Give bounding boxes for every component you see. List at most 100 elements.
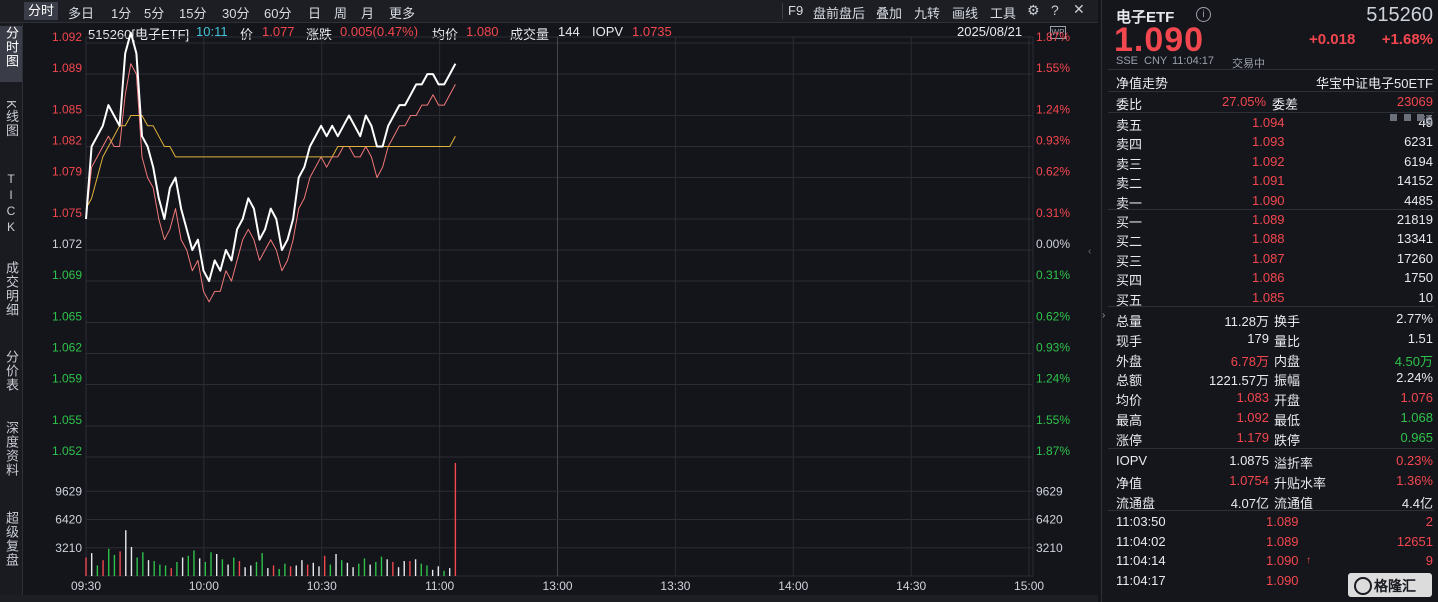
stat-label: 流通值 [1274,495,1314,511]
nav-intraday-chart[interactable]: 分时图 [0,26,22,82]
stat-label: 升贴水率 [1274,475,1327,491]
stat-row: 均价 1.083 开盘 1.076 [1102,389,1438,408]
book-row[interactable]: 卖一 1.090 4485 [1102,192,1438,211]
book-row[interactable]: 卖三 1.092 6194 [1102,153,1438,172]
minimize-icon[interactable] [1417,114,1424,121]
tab-30min[interactable]: 30分 [222,3,249,22]
nav-depth-data[interactable]: 深度资料 [0,421,22,495]
settings-gear-icon[interactable]: ⚙ [1027,2,1040,19]
stat-value: 1.0754 [1229,472,1269,488]
info-icon[interactable]: i [1196,7,1211,22]
expand-icon[interactable] [1390,114,1397,121]
percent-axis: 1.87% 1.55% 1.24% 0.93% 0.62% 0.31% 0.00% 0.31%… [1036,30,1070,458]
tab-60min[interactable]: 60分 [264,3,291,22]
book-price: 1.089 [1252,212,1285,227]
book-row[interactable]: 卖四 1.093 6231 [1102,133,1438,152]
nav-super-replay[interactable]: 超级复盘 [0,511,22,585]
nav-price-distribution[interactable]: 分价表 [0,350,22,406]
pre-post-market-button[interactable]: 盘前盘后 [813,3,865,22]
nav-kline-chart[interactable]: K线图 [0,100,22,158]
expand-arrow-icon[interactable]: ‹ [1088,246,1091,257]
book-row[interactable]: 买五 1.085 10 [1102,289,1438,308]
iopv-line [85,63,456,303]
vol-tick-label: 3210 [55,541,82,555]
draw-line-button[interactable]: 画线 [952,3,978,22]
nav-trend-link[interactable]: 净值走势 [1116,73,1168,92]
close-icon[interactable]: ✕ [1073,1,1085,18]
help-icon[interactable]: ? [1051,2,1059,18]
tab-more[interactable]: 更多 [389,3,415,22]
nav-label: 成交明细 [4,261,19,317]
book-row[interactable]: 买二 1.088 13341 [1102,230,1438,249]
time-tick-label: 13:00 [543,579,573,593]
stat-value: 4.50万 [1394,353,1433,369]
watermark-text: 格隆汇 [1374,578,1416,594]
book-price: 1.091 [1252,173,1285,189]
tick-volume: 2 [1425,514,1433,529]
collapse-arrow-icon[interactable]: › [1102,310,1105,321]
tab-week[interactable]: 周 [334,3,347,22]
book-level-label: 卖四 [1116,137,1143,153]
time-tick-label: 10:30 [307,579,337,593]
book-row[interactable]: 卖五 1.094 49 [1102,114,1438,133]
stat-label: 流通盘 [1116,495,1156,511]
stat-value: 4.4亿 [1401,495,1433,511]
stat-value: 11.28万 [1224,314,1269,329]
stat-label: 外盘 [1116,353,1143,369]
time-tick-label: 13:30 [660,579,690,593]
nine-turn-button[interactable]: 九转 [914,3,940,22]
book-price: 1.088 [1252,231,1285,247]
tab-intraday[interactable]: 分时 [24,2,59,20]
tab-multi-day[interactable]: 多日 [68,3,94,22]
stat-value: 1.092 [1236,410,1269,425]
stat-value: 4.07亿 [1230,495,1269,511]
book-row[interactable]: 卖二 1.091 14152 [1102,172,1438,191]
nav-label: K线图 [4,100,19,138]
stat-label: 换手 [1274,314,1301,329]
stat-row: 流通盘 4.07亿 流通值 4.4亿 [1102,492,1438,511]
time-tick-label: 15:00 [1014,579,1044,593]
intraday-chart[interactable]: 1.092 1.089 1.085 1.082 1.079 1.075 1.072 1.069… [22,23,1098,595]
quote-panel: 电子ETF i 515260 1.090 +0.018 +1.68% SSE C… [1088,0,1438,602]
collapse-icon[interactable] [1404,114,1411,121]
stat-label: 振幅 [1274,373,1301,389]
period-toolbar: 分时 多日 1分 5分 15分 30分 60分 日 周 月 更多 F9 盘前盘后… [0,0,1098,23]
time-tick-label: 14:30 [896,579,926,593]
tick-time: 11:03:50 [1116,514,1166,529]
book-row[interactable]: 买四 1.086 1750 [1102,269,1438,288]
book-volume: 13341 [1396,231,1433,247]
tab-5min[interactable]: 5分 [144,3,164,22]
tick-row: 11:04:14 1.090 9 ↑ [1102,552,1438,571]
vol-tick-label-right: 3210 [1036,541,1063,555]
pct-tick-label: 0.31% [1036,206,1070,220]
up-arrow-icon: ↑ [1306,555,1311,566]
stat-value: 6.78万 [1230,353,1269,369]
price-axis: 1.092 1.089 1.085 1.082 1.079 1.075 1.072 1.069… [52,30,82,458]
stat-label: 开盘 [1274,393,1301,409]
book-row[interactable]: 买三 1.087 17260 [1102,250,1438,269]
tracking-index[interactable]: 华宝中证电子50ETF [1316,73,1433,92]
overlay-button[interactable]: 叠加 [876,3,902,22]
stat-value: 1.36% [1396,472,1433,488]
nav-tick[interactable]: TICK [0,172,22,250]
time-tick-label: 11:00 [425,579,454,593]
tab-day[interactable]: 日 [308,3,321,22]
tab-1min[interactable]: 1分 [111,3,131,22]
book-level-label: 卖五 [1116,118,1143,133]
pct-tick-label: 0.93% [1036,341,1070,355]
stat-label: 总额 [1116,373,1143,389]
f9-button[interactable]: F9 [788,3,803,18]
tab-month[interactable]: 月 [361,3,374,22]
tick-volume: 12651 [1396,533,1433,549]
pct-tick-label: 1.55% [1036,61,1070,75]
tools-button[interactable]: 工具 [990,3,1016,22]
stat-value: 1.0875 [1229,453,1269,468]
stat-row: 总量 11.28万 换手 2.77% [1102,310,1438,329]
price-tick-label: 1.079 [52,165,82,179]
nav-trade-detail[interactable]: 成交明细 [0,261,22,335]
tab-15min[interactable]: 15分 [179,3,206,22]
book-row[interactable]: 买一 1.089 21819 [1102,211,1438,230]
bottom-scrollbar[interactable] [0,595,1098,602]
nav-label: 分价表 [4,350,19,392]
toolbar-divider [782,3,783,19]
